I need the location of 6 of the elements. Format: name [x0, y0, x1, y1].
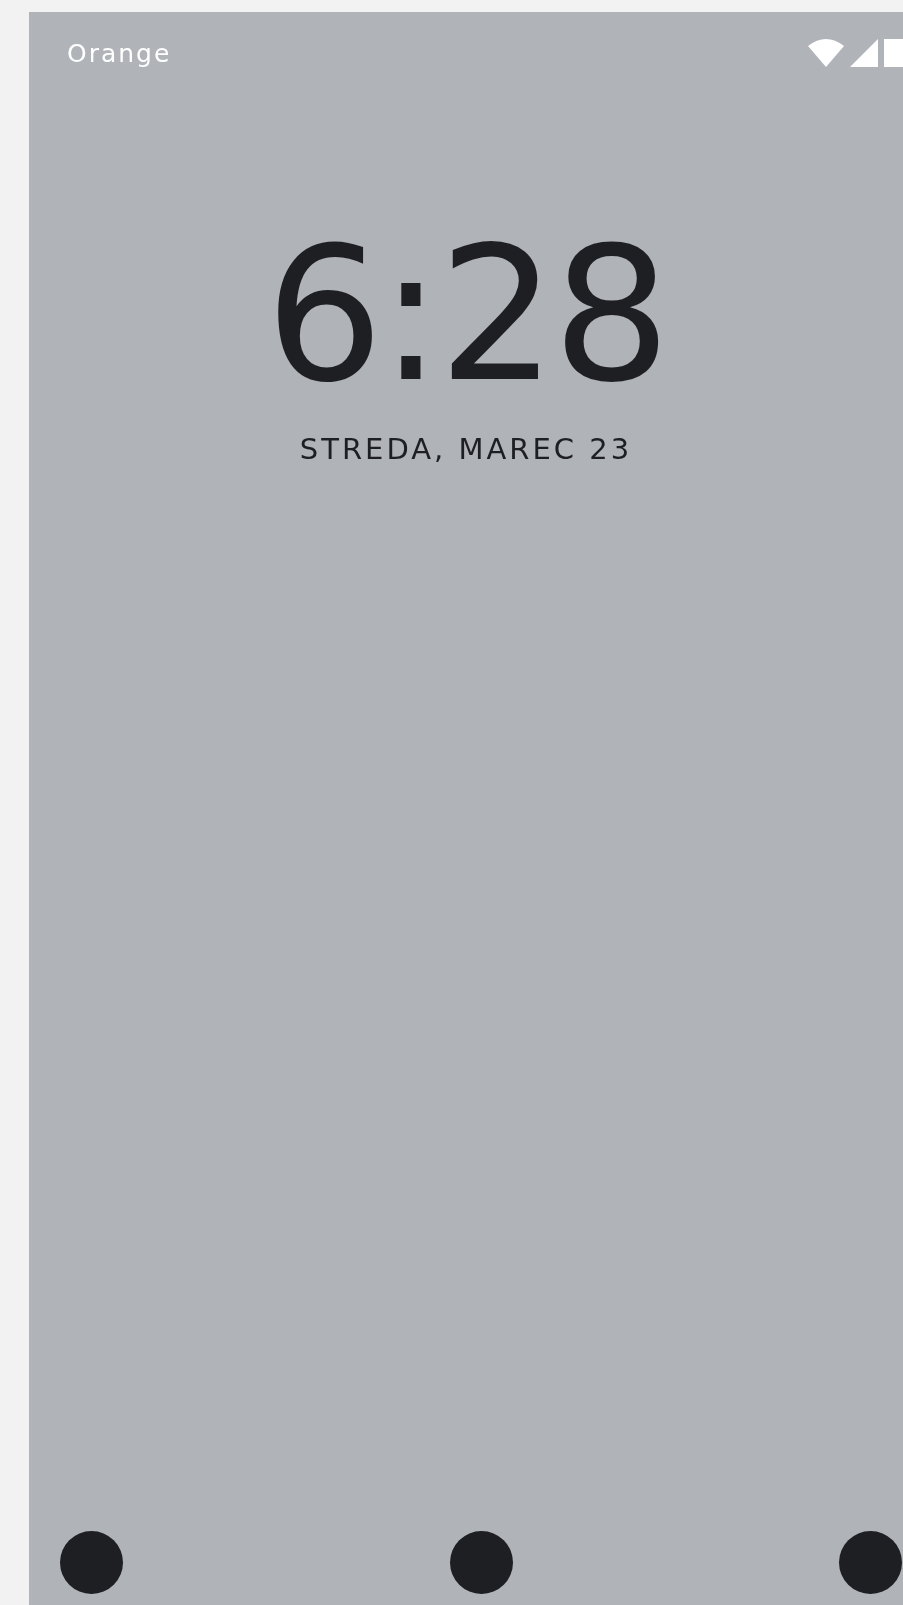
wifi-icon	[808, 39, 844, 67]
battery-icon	[884, 39, 903, 67]
cell-signal-icon	[850, 39, 878, 67]
clock-date: STREDA, MAREC 23	[299, 432, 633, 466]
clock-time: 6:28	[265, 222, 667, 408]
carrier-name: Orange	[67, 38, 172, 68]
